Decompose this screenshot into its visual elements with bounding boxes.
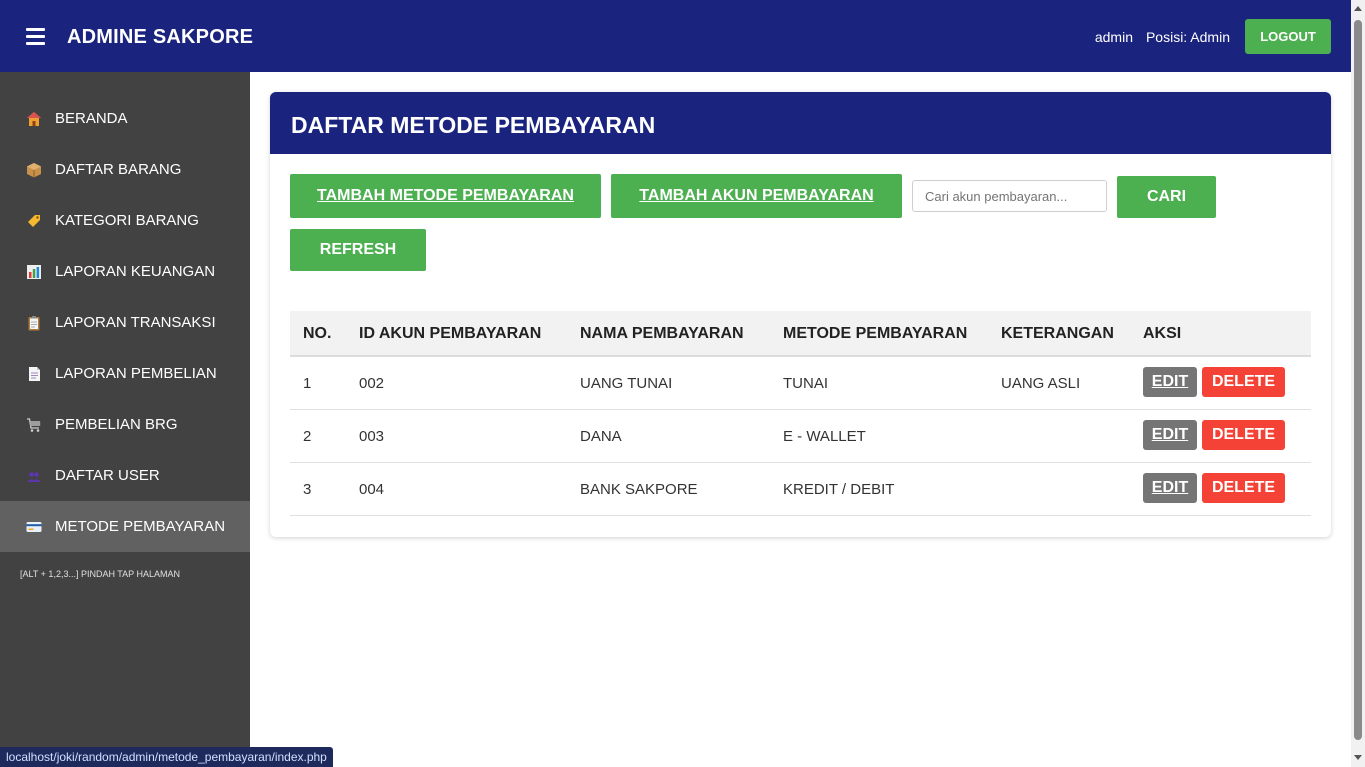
sidebar-item-beranda[interactable]: BERANDA bbox=[0, 93, 250, 144]
column-header-nama: NAMA PEMBAYARAN bbox=[580, 325, 744, 342]
cell-id: 003 bbox=[359, 428, 385, 445]
link-status-bar: localhost/joki/random/admin/metode_pemba… bbox=[0, 747, 333, 767]
column-header-no: NO. bbox=[303, 325, 332, 342]
sidebar-item-metode-pembayaran[interactable]: METODE PEMBAYARAN bbox=[0, 501, 250, 552]
user-role: Posisi: Admin bbox=[1145, 29, 1230, 45]
sidebar-item-laporan-keuangan[interactable]: LAPORAN KEUANGAN bbox=[0, 246, 250, 297]
edit-button[interactable]: EDIT bbox=[1143, 367, 1197, 397]
cell-nama: DANA bbox=[580, 428, 622, 445]
cell-metode: KREDIT / DEBIT bbox=[783, 481, 895, 498]
clipboard-icon bbox=[26, 315, 42, 331]
menu-hamburger-icon[interactable] bbox=[26, 27, 45, 45]
table-header-row: NO. ID AKUN PEMBAYARAN NAMA PEMBAYARAN M… bbox=[290, 311, 1311, 357]
search-input[interactable] bbox=[912, 180, 1107, 212]
sidebar-item-label: METODE PEMBAYARAN bbox=[55, 518, 226, 535]
cell-no: 3 bbox=[303, 481, 312, 498]
cell-keterangan: UANG ASLI bbox=[1001, 375, 1081, 392]
sidebar-item-daftar-user[interactable]: DAFTAR USER bbox=[0, 450, 250, 501]
sidebar-item-label: BERANDA bbox=[55, 110, 128, 127]
sidebar-item-laporan-pembelian[interactable]: LAPORAN PEMBELIAN bbox=[0, 348, 250, 399]
cell-id: 004 bbox=[359, 481, 385, 498]
cell-no: 1 bbox=[303, 375, 312, 392]
sidebar-item-label: LAPORAN TRANSAKSI bbox=[55, 314, 216, 331]
column-header-keterangan: KETERANGAN bbox=[1001, 325, 1114, 342]
sidebar: BERANDA DAFTAR BARANG KATEGORI BARANG LA… bbox=[0, 72, 250, 767]
cell-no: 2 bbox=[303, 428, 312, 445]
scroll-up-arrow-icon[interactable] bbox=[1354, 6, 1362, 11]
sidebar-item-laporan-transaksi[interactable]: LAPORAN TRANSAKSI bbox=[0, 297, 250, 348]
document-icon bbox=[26, 366, 42, 382]
delete-button[interactable]: DELETE bbox=[1202, 420, 1285, 450]
delete-button[interactable]: DELETE bbox=[1202, 367, 1285, 397]
scroll-down-arrow-icon[interactable] bbox=[1354, 755, 1362, 760]
edit-button[interactable]: EDIT bbox=[1143, 420, 1197, 450]
column-header-aksi: AKSI bbox=[1143, 325, 1182, 342]
brand-title: ADMINE SAKPORE bbox=[67, 26, 254, 48]
top-navbar: ADMINE SAKPORE admin Posisi: Admin LOGOU… bbox=[0, 0, 1351, 72]
scrollbar-thumb[interactable] bbox=[1354, 20, 1362, 740]
sidebar-item-pembelian-brg[interactable]: PEMBELIAN BRG bbox=[0, 399, 250, 450]
cell-nama: BANK SAKPORE bbox=[580, 481, 698, 498]
page-title: DAFTAR METODE PEMBAYARAN bbox=[291, 112, 656, 138]
page-scrollbar[interactable] bbox=[1351, 0, 1365, 767]
sidebar-item-kategori-barang[interactable]: KATEGORI BARANG bbox=[0, 195, 250, 246]
keyboard-shortcut-hint: [ALT + 1,2,3...] PINDAH TAP HALAMAN bbox=[20, 569, 180, 579]
column-header-id: ID AKUN PEMBAYARAN bbox=[359, 325, 542, 342]
logout-button[interactable]: LOGOUT bbox=[1245, 19, 1331, 54]
sidebar-item-label: DAFTAR BARANG bbox=[55, 161, 182, 178]
card-header: DAFTAR METODE PEMBAYARAN bbox=[270, 92, 1331, 154]
delete-button[interactable]: DELETE bbox=[1202, 473, 1285, 503]
column-header-metode: METODE PEMBAYARAN bbox=[783, 325, 968, 342]
sidebar-item-label: PEMBELIAN BRG bbox=[55, 416, 178, 433]
sidebar-item-label: LAPORAN PEMBELIAN bbox=[55, 365, 217, 382]
sidebar-item-label: LAPORAN KEUANGAN bbox=[55, 263, 216, 280]
cell-metode: E - WALLET bbox=[783, 428, 866, 445]
label-tag-icon bbox=[26, 213, 42, 229]
add-payment-account-button[interactable]: TAMBAH AKUN PEMBAYARAN bbox=[611, 174, 902, 218]
house-icon bbox=[26, 111, 42, 127]
user-name: admin bbox=[1094, 29, 1133, 45]
search-button[interactable]: CARI bbox=[1117, 176, 1216, 218]
cell-nama: UANG TUNAI bbox=[580, 375, 673, 392]
users-icon bbox=[26, 468, 42, 484]
edit-button[interactable]: EDIT bbox=[1143, 473, 1197, 503]
sidebar-item-label: KATEGORI BARANG bbox=[55, 212, 199, 229]
cart-icon bbox=[26, 417, 42, 433]
sidebar-item-daftar-barang[interactable]: DAFTAR BARANG bbox=[0, 144, 250, 195]
sidebar-item-label: DAFTAR USER bbox=[55, 467, 160, 484]
cell-metode: TUNAI bbox=[783, 375, 828, 392]
refresh-button[interactable]: REFRESH bbox=[290, 229, 426, 271]
bar-chart-icon bbox=[26, 264, 42, 280]
package-icon bbox=[26, 162, 42, 178]
credit-card-icon bbox=[26, 519, 42, 535]
payment-methods-card: DAFTAR METODE PEMBAYARAN TAMBAH METODE P… bbox=[270, 92, 1331, 537]
add-payment-method-button[interactable]: TAMBAH METODE PEMBAYARAN bbox=[290, 174, 601, 218]
table-row: 2 003 DANA E - WALLET EDIT DELETE bbox=[290, 410, 1311, 463]
table-row: 3 004 BANK SAKPORE KREDIT / DEBIT EDIT D… bbox=[290, 463, 1311, 516]
table-row: 1 002 UANG TUNAI TUNAI UANG ASLI EDIT DE… bbox=[290, 357, 1311, 410]
payment-accounts-table: NO. ID AKUN PEMBAYARAN NAMA PEMBAYARAN M… bbox=[290, 311, 1311, 516]
cell-id: 002 bbox=[359, 375, 385, 392]
